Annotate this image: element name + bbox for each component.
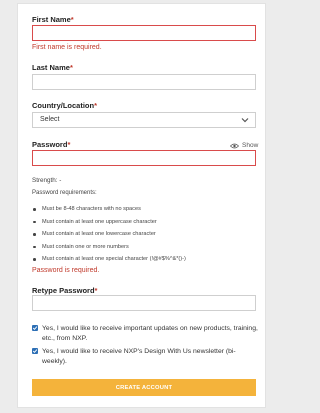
updates-checkbox-row: Yes, I would like to receive important u… — [32, 324, 258, 343]
check-icon — [32, 326, 38, 330]
country-select[interactable]: Select — [32, 112, 256, 128]
show-password-toggle[interactable]: Show — [230, 142, 258, 149]
first-name-label: First Name* — [32, 15, 74, 24]
retype-password-label: Retype Password* — [32, 286, 98, 295]
last-name-input[interactable] — [32, 74, 256, 90]
password-requirements-list: Must be 8-48 characters with no spaces M… — [32, 206, 186, 269]
list-item: Must be 8-48 characters with no spaces — [32, 206, 186, 219]
chevron-down-icon — [241, 118, 249, 123]
check-icon — [32, 349, 38, 353]
list-item: Must contain one or more numbers — [32, 244, 186, 257]
password-strength: Strength: - — [32, 177, 62, 184]
eye-icon — [230, 143, 239, 148]
list-item: Must contain at least one lowercase char… — [32, 231, 186, 244]
password-requirements-title: Password requirements: — [32, 190, 97, 196]
updates-checkbox[interactable] — [32, 325, 38, 331]
password-error: Password is required. — [32, 267, 100, 274]
first-name-error: First name is required. — [32, 44, 102, 51]
password-input[interactable] — [32, 150, 256, 166]
last-name-label: Last Name* — [32, 63, 73, 72]
country-label: Country/Location* — [32, 101, 98, 110]
show-password-label: Show — [242, 142, 259, 149]
first-name-input[interactable] — [32, 25, 256, 41]
updates-checkbox-label: Yes, I would like to receive important u… — [42, 325, 258, 342]
newsletter-checkbox-row: Yes, I would like to receive NXP's Desig… — [32, 347, 258, 366]
registration-form: First Name* First name is required. Last… — [17, 3, 266, 408]
country-select-value: Select — [40, 116, 60, 123]
newsletter-checkbox-label: Yes, I would like to receive NXP's Desig… — [42, 348, 236, 365]
create-account-button[interactable]: CREATE ACCOUNT — [32, 379, 256, 396]
password-label: Password* — [32, 140, 71, 149]
newsletter-checkbox[interactable] — [32, 348, 38, 354]
list-item: Must contain at least one uppercase char… — [32, 219, 186, 232]
retype-password-input[interactable] — [32, 295, 256, 311]
